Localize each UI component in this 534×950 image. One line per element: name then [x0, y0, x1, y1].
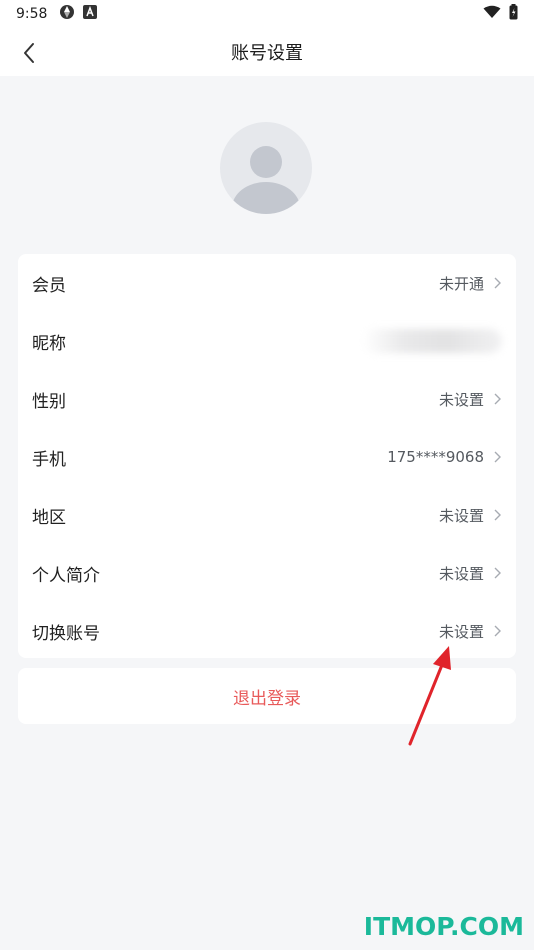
nav-bar: 账号设置 — [0, 28, 534, 76]
nickname-blurred-value — [362, 329, 502, 353]
logout-label: 退出登录 — [233, 688, 301, 709]
status-right-icons — [483, 4, 518, 24]
settings-list: 会员 未开通 昵称 性别 未设置 手机 175****9068 地区 未设置 个… — [18, 254, 516, 658]
row-label: 会员 — [32, 275, 66, 296]
row-value: 未设置 — [438, 506, 484, 525]
settings-row-member[interactable]: 会员 未开通 — [18, 254, 516, 312]
row-label: 手机 — [32, 449, 66, 470]
default-avatar-icon — [232, 146, 300, 214]
settings-row-bio[interactable]: 个人简介 未设置 — [18, 544, 516, 602]
settings-row-nickname[interactable]: 昵称 — [18, 312, 516, 370]
settings-row-region[interactable]: 地区 未设置 — [18, 486, 516, 544]
row-label: 地区 — [32, 507, 66, 528]
row-label: 昵称 — [32, 333, 66, 354]
status-time: 9:58 — [16, 6, 48, 22]
chevron-right-icon — [494, 567, 501, 579]
back-button[interactable] — [12, 36, 46, 70]
chevron-right-icon — [494, 509, 501, 521]
status-bar: 9:58 — [0, 0, 534, 28]
settings-row-phone[interactable]: 手机 175****9068 — [18, 428, 516, 486]
row-value: 未开通 — [438, 274, 484, 293]
chevron-left-icon — [24, 43, 34, 63]
chevron-right-icon — [494, 451, 501, 463]
battery-icon — [509, 4, 518, 24]
chevron-right-icon — [494, 625, 501, 637]
avatar[interactable] — [220, 122, 312, 214]
page-title: 账号设置 — [231, 43, 303, 64]
row-value: 未设置 — [438, 622, 484, 641]
row-label: 性别 — [32, 391, 66, 412]
row-value: 未设置 — [438, 564, 484, 583]
chevron-right-icon — [494, 393, 501, 405]
chevron-right-icon — [494, 277, 501, 289]
settings-row-gender[interactable]: 性别 未设置 — [18, 370, 516, 428]
row-value: 175****9068 — [387, 448, 484, 466]
annotation-arrow-icon — [408, 646, 451, 746]
row-value: 未设置 — [438, 390, 484, 409]
aperture-icon — [59, 4, 75, 24]
a-badge-icon — [83, 5, 98, 23]
row-label: 个人简介 — [32, 565, 100, 586]
wifi-icon — [483, 5, 501, 23]
watermark-logo: ITMOP.COM — [363, 912, 524, 941]
row-label: 切换账号 — [32, 623, 100, 644]
